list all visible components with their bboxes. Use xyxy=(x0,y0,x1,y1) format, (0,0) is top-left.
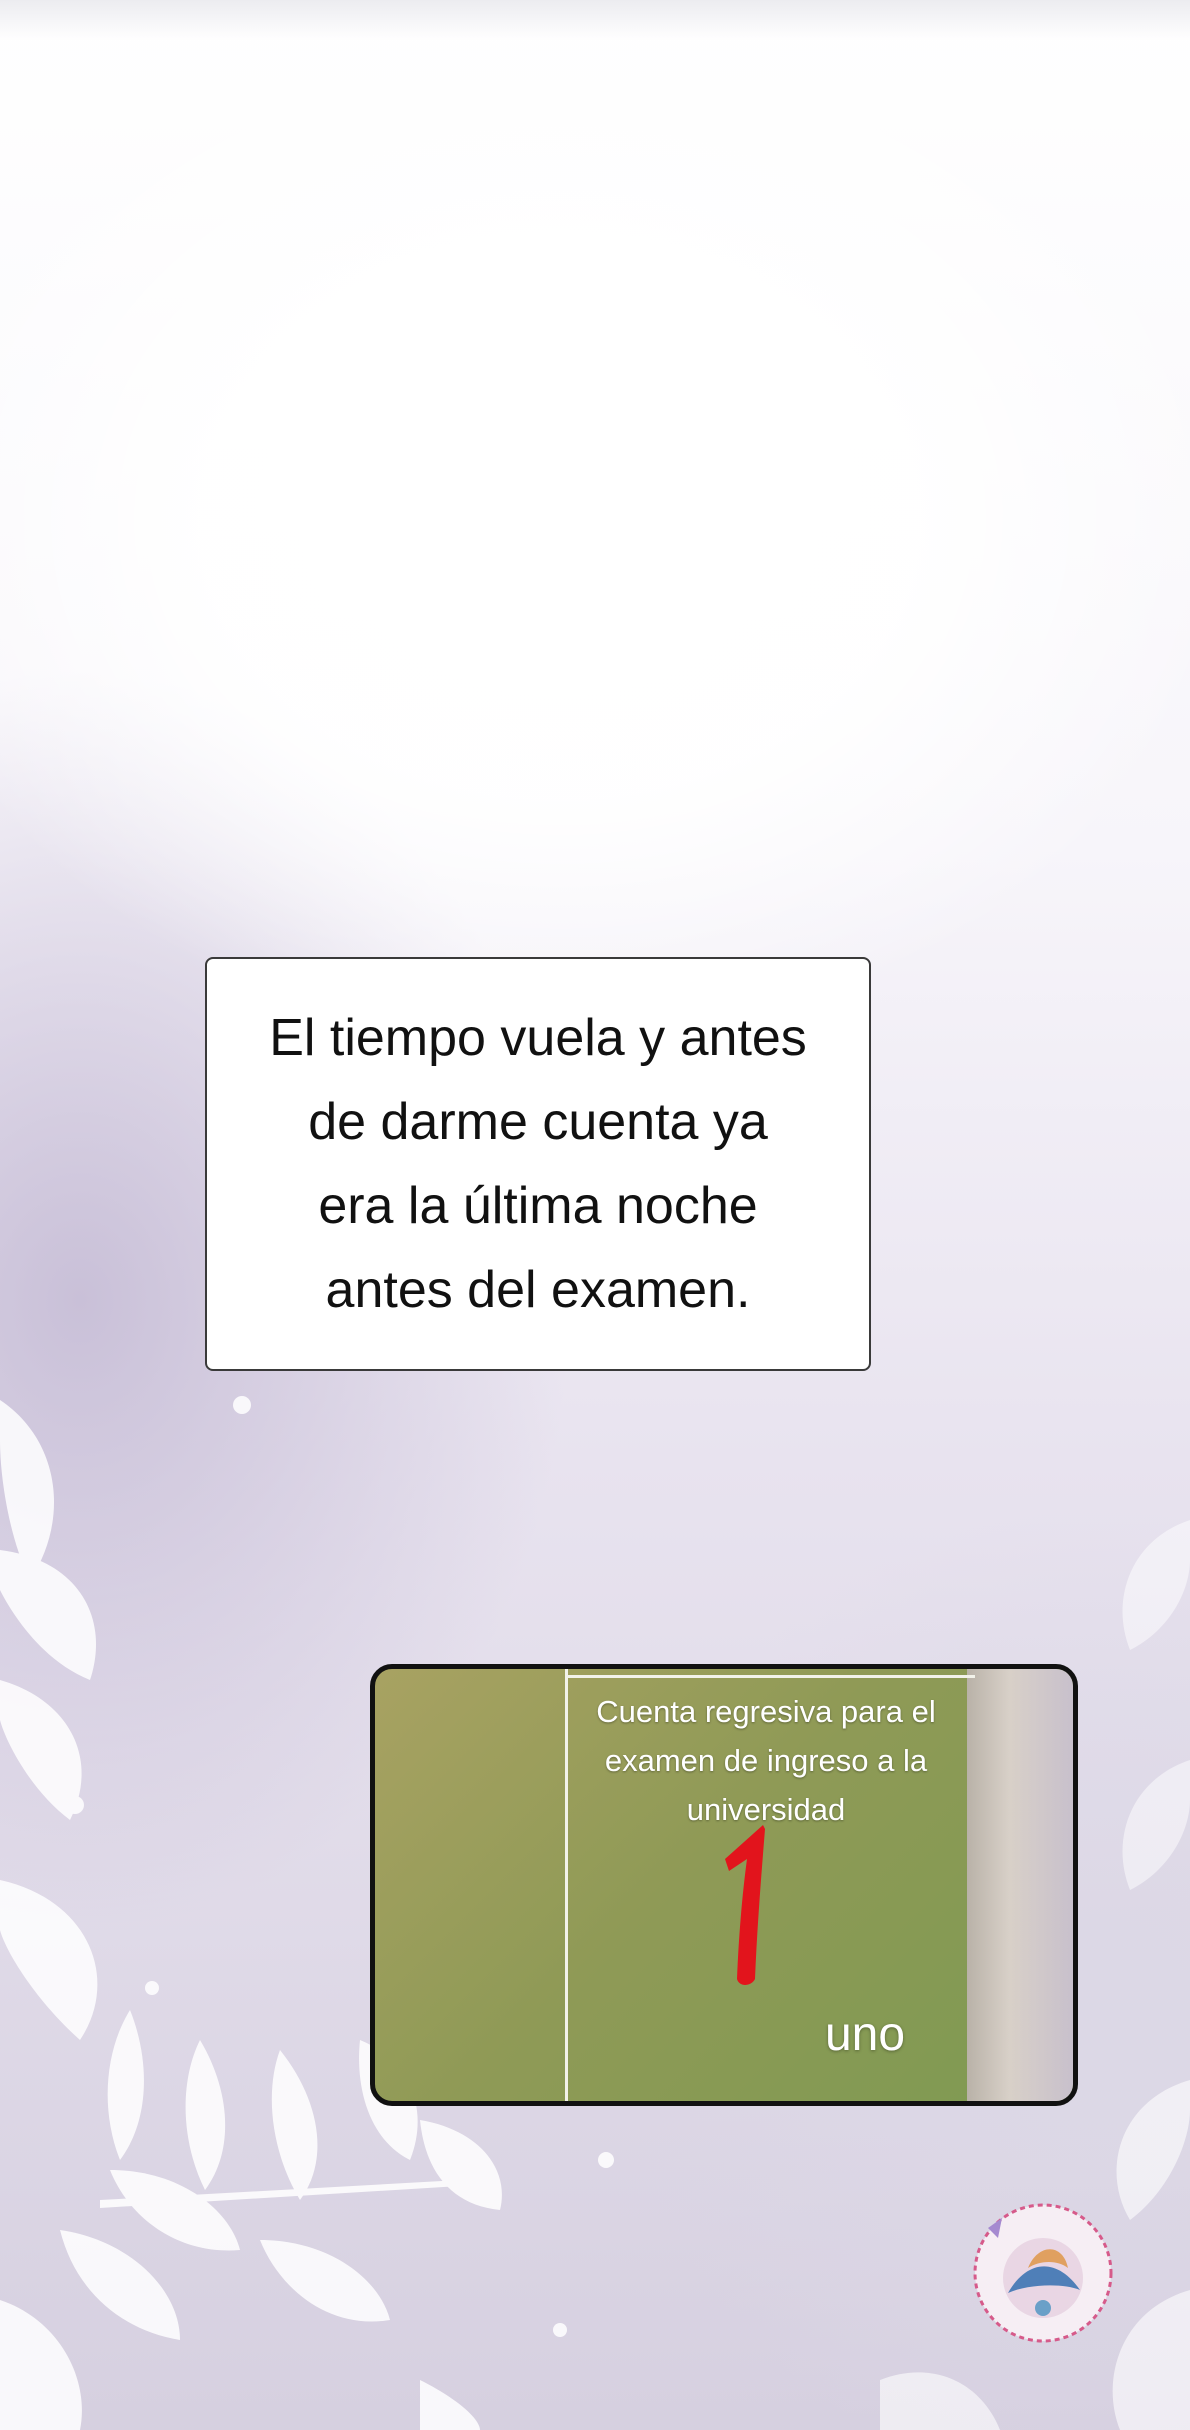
countdown-caption: Cuenta regresiva para el examen de ingre… xyxy=(596,1694,936,1827)
countdown-word: uno xyxy=(824,2008,906,2061)
countdown-digit-one xyxy=(725,1825,765,1985)
scanlator-logo-icon xyxy=(973,2203,1113,2343)
narration-box: El tiempo vuela y antes de darme cuenta … xyxy=(205,957,871,1371)
board-top-line xyxy=(565,1675,975,1678)
narration-text: El tiempo vuela y antes de darme cuenta … xyxy=(269,1009,807,1319)
wall-edge xyxy=(967,1669,1073,2101)
countdown-panel: Cuenta regresiva para el examen de ingre… xyxy=(370,1664,1078,2106)
